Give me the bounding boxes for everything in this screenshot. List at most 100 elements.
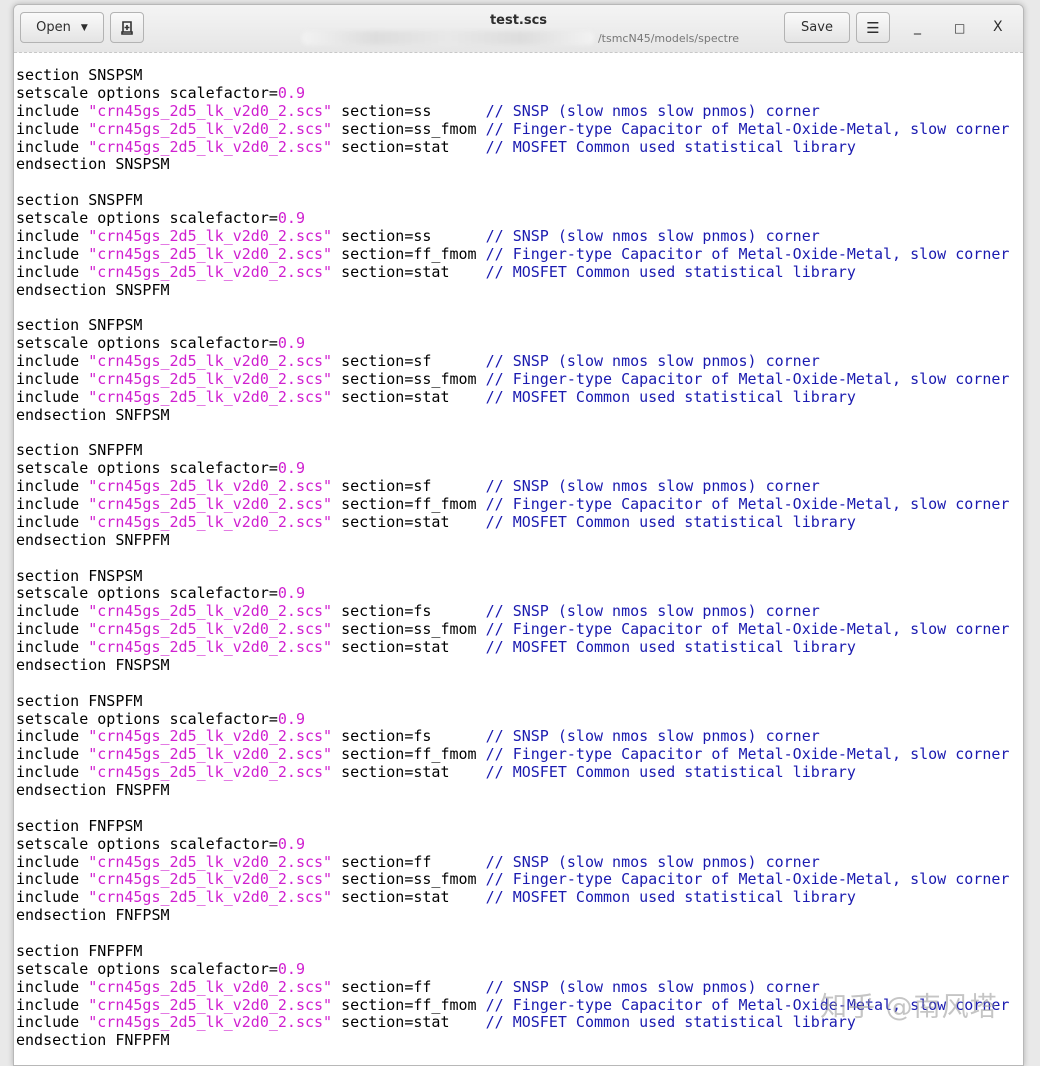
keyword: include <box>16 119 80 138</box>
keyword: include <box>16 870 80 889</box>
close-button[interactable]: X <box>993 19 1003 35</box>
keyword: endsection <box>16 530 107 549</box>
library-string: "crn45gs_2d5_lk_v2d0_2.scs" <box>88 763 333 782</box>
comment: // SNSP (slow nmos slow pnmos) corner <box>485 226 820 245</box>
section-arg: section=ss_fmom <box>341 119 477 138</box>
section-name: SNFPFM <box>115 530 170 549</box>
comment: // SNSP (slow nmos slow pnmos) corner <box>485 852 820 871</box>
keyword: section <box>16 816 80 835</box>
section-line: section FNFPSM <box>16 816 1009 836</box>
include-line: include "crn45gs_2d5_lk_v2d0_2.scs" sect… <box>16 745 1010 764</box>
library-string: "crn45gs_2d5_lk_v2d0_2.scs" <box>88 745 333 764</box>
comment: // MOSFET Common used statistical librar… <box>485 512 856 531</box>
section-name: FNSPSM <box>115 655 170 674</box>
maximize-button[interactable]: □ <box>954 21 965 35</box>
section-line: section SNFPFM <box>16 441 1009 460</box>
scale-value: 0.9 <box>277 584 305 603</box>
include-line: include "crn45gs_2d5_lk_v2d0_2.scs" sect… <box>16 512 1009 532</box>
setscale-line: setscale options scalefactor=0.9 <box>16 84 1009 103</box>
library-string: "crn45gs_2d5_lk_v2d0_2.scs" <box>88 638 333 656</box>
comment: // MOSFET Common used statistical librar… <box>485 1013 856 1032</box>
keyword: endsection <box>16 155 107 174</box>
section-line: section FNSPSM <box>16 566 1009 586</box>
keyword: endsection <box>16 1031 107 1050</box>
comment: // MOSFET Common used statistical librar… <box>485 137 856 156</box>
section-name: FNSPSM <box>88 566 143 585</box>
comment: // Finger-type Capacitor of Metal-Oxide-… <box>485 745 1010 764</box>
setscale-line: setscale options scalefactor=0.9 <box>16 209 1009 228</box>
setscale-text: setscale options scalefactor= <box>16 834 278 853</box>
setscale-line: setscale options scalefactor=0.9 <box>16 834 1009 854</box>
keyword: include <box>16 977 80 996</box>
keyword: endsection <box>16 781 107 799</box>
keyword: include <box>16 852 80 871</box>
setscale-line: setscale options scalefactor=0.9 <box>16 584 1009 603</box>
menu-button[interactable]: ☰ <box>856 12 890 43</box>
section-name: FNFPSM <box>115 906 170 925</box>
library-string: "crn45gs_2d5_lk_v2d0_2.scs" <box>88 995 333 1014</box>
save-button[interactable]: Save <box>784 12 850 43</box>
keyword: include <box>16 137 80 156</box>
endsection-line: endsection FNFPSM <box>16 906 1009 925</box>
library-string: "crn45gs_2d5_lk_v2d0_2.scs" <box>88 727 333 746</box>
include-line: include "crn45gs_2d5_lk_v2d0_2.scs" sect… <box>16 602 1009 621</box>
comment: // MOSFET Common used statistical librar… <box>485 888 856 907</box>
include-line: include "crn45gs_2d5_lk_v2d0_2.scs" sect… <box>16 495 1009 514</box>
keyword: include <box>16 638 80 656</box>
scale-value: 0.9 <box>277 834 305 853</box>
endsection-line: endsection SNFPSM <box>16 406 1009 425</box>
comment: // Finger-type Capacitor of Metal-Oxide-… <box>485 870 1010 889</box>
section-line: section SNSPFM <box>16 191 1009 210</box>
library-string: "crn45gs_2d5_lk_v2d0_2.scs" <box>88 512 333 531</box>
setscale-line: setscale options scalefactor=0.9 <box>16 959 1009 979</box>
section-arg: section=sf <box>341 477 432 496</box>
code-editor[interactable]: section SNSPSM setscale options scalefact… <box>16 66 1010 1050</box>
section-line: section FNSPFM <box>16 691 1009 711</box>
section-arg: section=stat <box>341 262 450 281</box>
include-line: include "crn45gs_2d5_lk_v2d0_2.scs" sect… <box>16 101 1009 121</box>
keyword: include <box>16 995 80 1014</box>
section-arg: section=ff_fmom <box>341 495 477 513</box>
setscale-text: setscale options scalefactor= <box>16 459 278 478</box>
section-name: FNFPFM <box>115 1031 170 1050</box>
include-line: include "crn45gs_2d5_lk_v2d0_2.scs" sect… <box>16 727 1009 746</box>
include-line: include "crn45gs_2d5_lk_v2d0_2.scs" sect… <box>16 870 1010 889</box>
keyword: endsection <box>16 280 107 299</box>
keyword: section <box>16 566 80 585</box>
endsection-line: endsection SNSPSM <box>16 155 1009 174</box>
library-string: "crn45gs_2d5_lk_v2d0_2.scs" <box>88 119 333 138</box>
library-string: "crn45gs_2d5_lk_v2d0_2.scs" <box>88 870 333 889</box>
keyword: include <box>16 495 80 513</box>
include-line: include "crn45gs_2d5_lk_v2d0_2.scs" sect… <box>16 763 1009 782</box>
setscale-text: setscale options scalefactor= <box>16 709 278 728</box>
keyword: include <box>16 727 80 746</box>
comment: // MOSFET Common used statistical librar… <box>485 262 856 281</box>
section-name: SNSPSM <box>88 66 143 84</box>
section-arg: section=stat <box>341 888 450 907</box>
section-name: SNFPSM <box>88 316 143 335</box>
keyword: include <box>16 512 80 531</box>
include-line: include "crn45gs_2d5_lk_v2d0_2.scs" sect… <box>16 888 1009 907</box>
header-bar: Open ▼ test.scs /tsmcN45/models/spectre S… <box>14 5 1023 53</box>
minimize-button[interactable]: _ <box>914 19 921 35</box>
setscale-text: setscale options scalefactor= <box>16 959 278 978</box>
keyword: include <box>16 101 80 120</box>
keyword: section <box>16 66 80 84</box>
section-arg: section=ff_fmom <box>341 244 477 263</box>
keyword: include <box>16 369 80 388</box>
setscale-text: setscale options scalefactor= <box>16 209 278 227</box>
section-arg: section=sf <box>341 352 432 370</box>
comment: // Finger-type Capacitor of Metal-Oxide-… <box>485 244 1010 263</box>
library-string: "crn45gs_2d5_lk_v2d0_2.scs" <box>88 602 333 621</box>
comment: // MOSFET Common used statistical librar… <box>485 763 856 782</box>
library-string: "crn45gs_2d5_lk_v2d0_2.scs" <box>88 101 333 120</box>
keyword: include <box>16 745 80 764</box>
include-line: include "crn45gs_2d5_lk_v2d0_2.scs" sect… <box>16 119 1009 139</box>
keyword: include <box>16 602 80 621</box>
watermark: 知乎 @南风塔 <box>820 992 998 1023</box>
keyword: section <box>16 691 80 710</box>
